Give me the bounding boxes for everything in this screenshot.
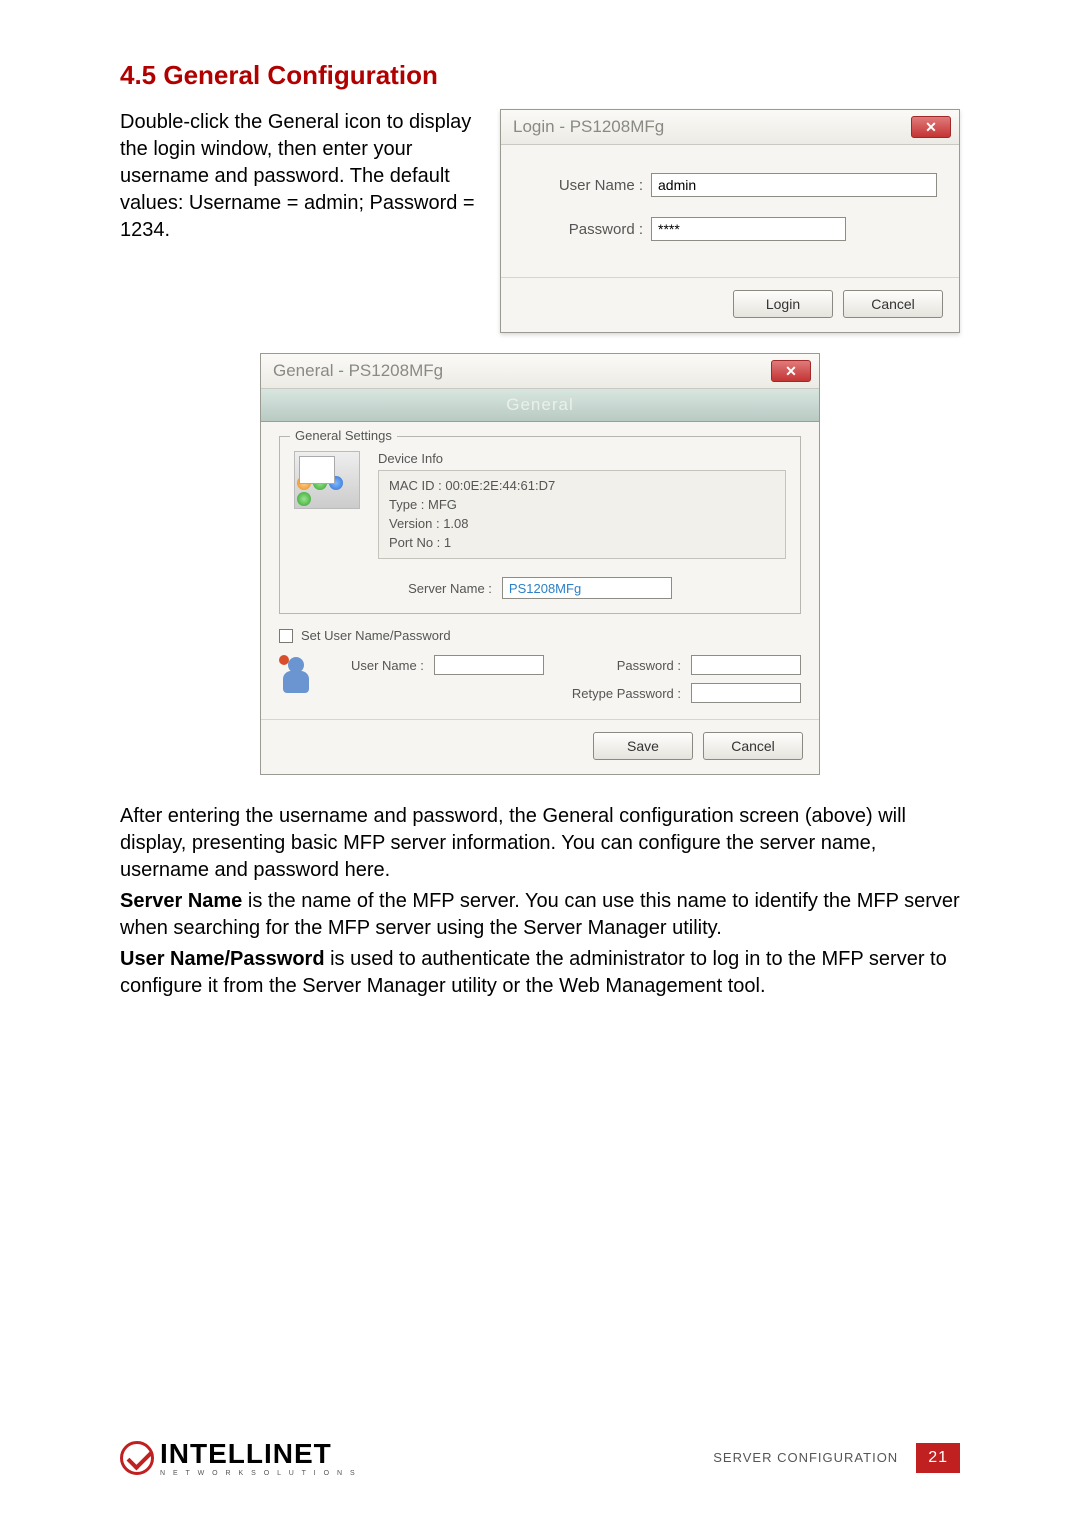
set-credentials-checkbox[interactable]	[279, 629, 293, 643]
page-number: 21	[916, 1443, 960, 1473]
device-icon	[294, 451, 360, 509]
password-label: Password :	[523, 221, 643, 238]
cancel-button[interactable]: Cancel	[843, 290, 943, 318]
body-paragraph-1: After entering the username and password…	[120, 803, 960, 884]
save-button[interactable]: Save	[593, 732, 693, 760]
device-info-box: MAC ID : 00:0E:2E:44:61:D7 Type : MFG Ve…	[378, 470, 786, 559]
device-info-legend: Device Info	[378, 451, 786, 466]
general-dialog-title: General - PS1208MFg	[273, 361, 443, 381]
brand-name: INTELLINET	[160, 1438, 358, 1470]
username2-input[interactable]	[434, 655, 544, 675]
retype-password-input[interactable]	[691, 683, 801, 703]
cancel-button[interactable]: Cancel	[703, 732, 803, 760]
body-paragraph-2: Server Name is the name of the MFP serve…	[120, 888, 960, 942]
login-dialog: Login - PS1208MFg ✕ User Name : Password…	[500, 109, 960, 333]
checkmark-icon	[120, 1441, 154, 1475]
login-button[interactable]: Login	[733, 290, 833, 318]
close-icon[interactable]: ✕	[911, 116, 951, 138]
username-label: User Name :	[523, 177, 643, 194]
server-name-label: Server Name :	[408, 581, 492, 596]
portno-line: Port No : 1	[389, 534, 775, 553]
footer-section-label: SERVER CONFIGURATION	[713, 1450, 898, 1465]
password-input[interactable]	[651, 217, 846, 241]
section-heading: 4.5 General Configuration	[120, 60, 960, 91]
tab-general[interactable]: General	[261, 389, 819, 422]
brand-logo: INTELLINET N E T W O R K S O L U T I O N…	[120, 1438, 358, 1477]
type-line: Type : MFG	[389, 496, 775, 515]
password2-label: Password :	[554, 658, 681, 673]
close-icon[interactable]: ✕	[771, 360, 811, 382]
body-paragraph-3: User Name/Password is used to authentica…	[120, 946, 960, 1000]
login-dialog-title: Login - PS1208MFg	[513, 117, 664, 137]
password2-input[interactable]	[691, 655, 801, 675]
version-line: Version : 1.08	[389, 515, 775, 534]
server-name-input[interactable]	[502, 577, 672, 599]
user-icon	[279, 655, 313, 699]
brand-tagline: N E T W O R K S O L U T I O N S	[160, 1470, 358, 1477]
intro-paragraph: Double-click the General icon to display…	[120, 109, 480, 244]
general-dialog: General - PS1208MFg ✕ General General Se…	[260, 353, 820, 775]
retype-password-label: Retype Password :	[554, 686, 681, 701]
set-credentials-label: Set User Name/Password	[301, 628, 451, 643]
general-settings-legend: General Settings	[290, 428, 397, 443]
username-input[interactable]	[651, 173, 937, 197]
mac-id-line: MAC ID : 00:0E:2E:44:61:D7	[389, 477, 775, 496]
username2-label: User Name :	[333, 658, 424, 673]
